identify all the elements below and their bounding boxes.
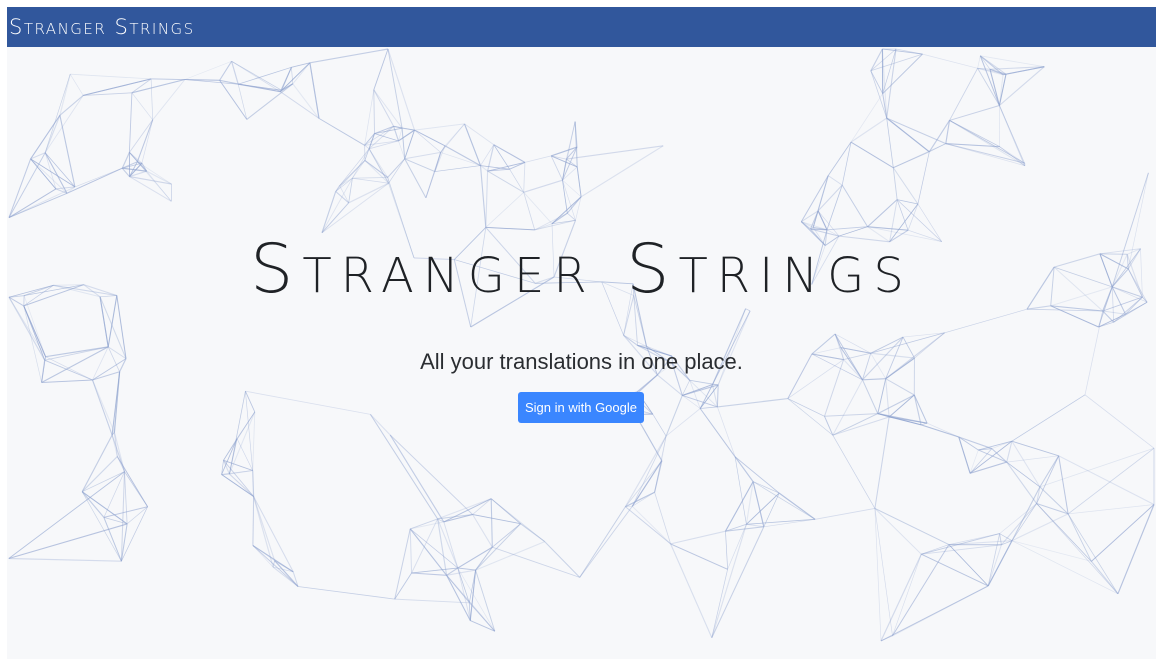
navbar: Stranger Strings xyxy=(7,7,1156,47)
app-frame: Stranger Strings Stranger Strings All yo… xyxy=(7,7,1156,659)
sign-in-with-google-button[interactable]: Sign in with Google xyxy=(518,392,644,423)
navbar-brand[interactable]: Stranger Strings xyxy=(9,7,195,47)
hero: Stranger Strings All your translations i… xyxy=(7,47,1156,659)
hero-title: Stranger Strings xyxy=(250,230,913,309)
hero-tagline: All your translations in one place. xyxy=(420,349,743,374)
